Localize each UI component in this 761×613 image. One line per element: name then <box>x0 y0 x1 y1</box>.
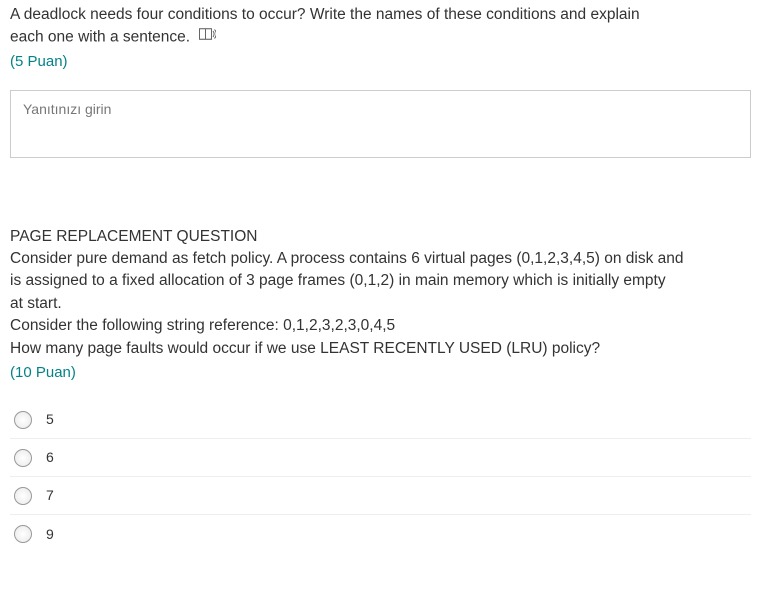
options-list: 5 6 7 9 <box>10 401 751 553</box>
q1-line1: A deadlock needs four conditions to occu… <box>10 6 640 23</box>
q2-line1: Consider pure demand as fetch policy. A … <box>10 250 684 267</box>
q2-line4: Consider the following string reference:… <box>10 317 395 334</box>
option-row[interactable]: 9 <box>10 515 751 553</box>
radio-option-9[interactable] <box>14 525 32 543</box>
option-label: 6 <box>46 448 54 468</box>
answer-input[interactable] <box>10 90 751 158</box>
radio-option-5[interactable] <box>14 411 32 429</box>
question-1-block: A deadlock needs four conditions to occu… <box>10 4 751 164</box>
immersive-reader-icon[interactable] <box>198 26 216 48</box>
radio-option-7[interactable] <box>14 487 32 505</box>
option-row[interactable]: 5 <box>10 401 751 439</box>
q1-line2: each one with a sentence. <box>10 29 190 46</box>
question-2-points: (10 Puan) <box>10 362 751 383</box>
option-row[interactable]: 6 <box>10 439 751 477</box>
q2-line5: How many page faults would occur if we u… <box>10 340 600 357</box>
question-2-body: Consider pure demand as fetch policy. A … <box>10 248 751 360</box>
option-label: 5 <box>46 410 54 430</box>
question-2-title: PAGE REPLACEMENT QUESTION <box>10 226 751 248</box>
question-2-block: PAGE REPLACEMENT QUESTION Consider pure … <box>10 226 751 553</box>
q2-line2: is assigned to a fixed allocation of 3 p… <box>10 272 666 289</box>
q2-line3: at start. <box>10 295 62 312</box>
option-label: 9 <box>46 525 54 545</box>
option-row[interactable]: 7 <box>10 477 751 515</box>
question-1-text: A deadlock needs four conditions to occu… <box>10 4 751 49</box>
question-1-points: (5 Puan) <box>10 51 751 72</box>
option-label: 7 <box>46 486 54 506</box>
radio-option-6[interactable] <box>14 449 32 467</box>
